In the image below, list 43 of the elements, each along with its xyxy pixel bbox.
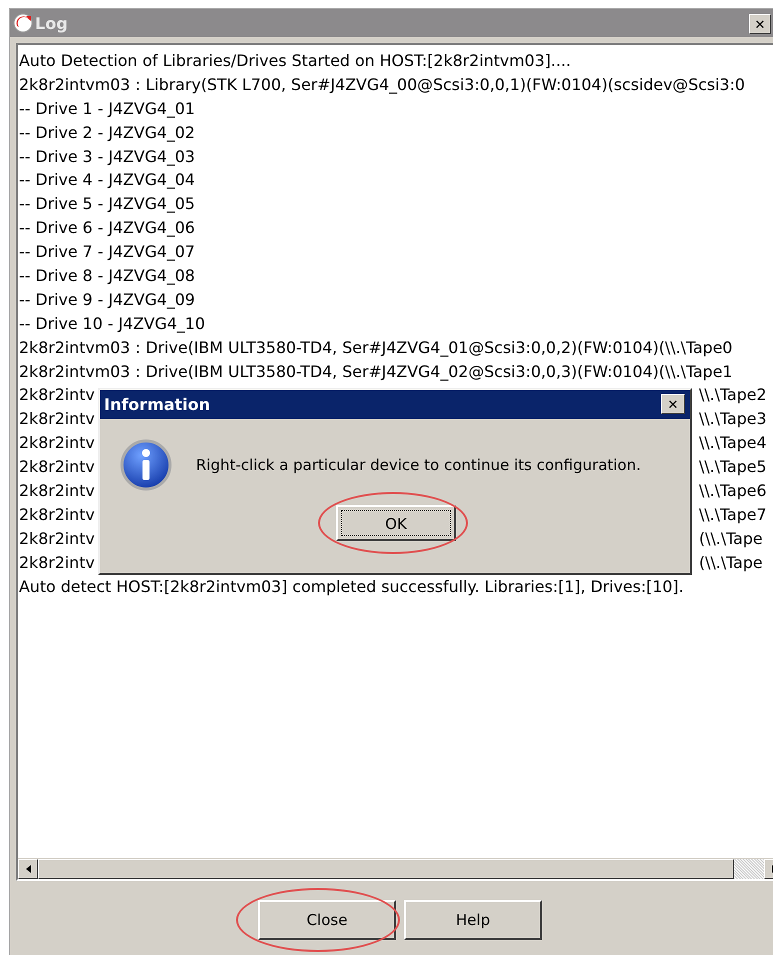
log-line-start: 2k8r2intv <box>19 504 95 526</box>
log-line-end: \\.\Tape5 <box>699 456 766 478</box>
log-line: -- Drive 2 - J4ZVG4_02 <box>19 122 195 144</box>
log-line: -- Drive 8 - J4ZVG4_08 <box>19 265 195 288</box>
log-line: -- Drive 6 - J4ZVG4_06 <box>19 217 195 240</box>
app-logo-icon <box>13 13 33 33</box>
log-line-start: 2k8r2intv <box>19 432 95 454</box>
log-line-end: \\.\Tape6 <box>699 480 766 502</box>
log-line: -- Drive 3 - J4ZVG4_03 <box>19 146 195 168</box>
scroll-left-button[interactable] <box>18 859 38 879</box>
dialog-button[interactable]: Close <box>258 900 396 940</box>
window-title: Log <box>35 14 68 32</box>
log-line-end: \\.\Tape2 <box>699 384 766 406</box>
log-line-start: 2k8r2intv <box>19 456 95 478</box>
log-line: -- Drive 4 - J4ZVG4_04 <box>19 169 195 192</box>
dialog-message: Right-click a particular device to continue its configuration. <box>196 456 641 474</box>
close-button[interactable]: ✕ <box>749 14 771 34</box>
info-icon <box>120 439 172 491</box>
left-arrow-icon <box>26 865 30 873</box>
log-line: -- Drive 9 - J4ZVG4_09 <box>19 288 195 311</box>
log-line-end: \\.\Tape4 <box>699 432 766 454</box>
log-line: Auto detect HOST:[2k8r2intvm03] completed successfully. Libraries:[1], Drives:[10]. <box>19 576 684 598</box>
dialog-title: Information <box>104 395 210 414</box>
log-line-end: \\.\Tape7 <box>699 504 766 526</box>
dialog-button[interactable]: Help <box>404 900 542 940</box>
log-line-end: \\.\Tape3 <box>699 408 766 430</box>
log-line-start: 2k8r2intv <box>19 384 95 406</box>
close-button[interactable]: ✕ <box>661 394 685 414</box>
log-line: -- Drive 7 - J4ZVG4_07 <box>19 241 195 264</box>
log-line-start: 2k8r2intv <box>19 408 95 430</box>
log-line: -- Drive 10 - J4ZVG4_10 <box>19 312 206 335</box>
log-line-start: 2k8r2intv <box>19 480 95 502</box>
log-line: 2k8r2intvm03 : Drive(IBM ULT3580-TD4, Ser#J4ZVG4_01@Scsi3:0,0,2)(FW:0104)(\\.\Tape0 <box>19 336 732 359</box>
log-line: 2k8r2intvm03 : Library(STK L700, Ser#J4ZVG4_00@Scsi3:0,0,1)(FW:0104)(scsidev@Scsi3:0 <box>19 74 745 96</box>
log-line-end: (\\.\Tape <box>699 552 763 574</box>
log-line: 2k8r2intvm03 : Drive(IBM ULT3580-TD4, Ser#J4ZVG4_02@Scsi3:0,0,3)(FW:0104)(\\.\Tape1 <box>19 360 732 383</box>
log-line-end: (\\.\Tape <box>699 528 763 550</box>
log-line: -- Drive 5 - J4ZVG4_05 <box>19 193 195 216</box>
log-line-start: 2k8r2intv <box>19 552 95 574</box>
log-line-start: 2k8r2intv <box>19 528 95 550</box>
log-line: -- Drive 1 - J4ZVG4_01 <box>19 98 195 120</box>
ok-button[interactable]: OK <box>336 505 456 541</box>
log-line: Auto Detection of Libraries/Drives Started on HOST:[2k8r2intvm03].... <box>19 50 571 72</box>
